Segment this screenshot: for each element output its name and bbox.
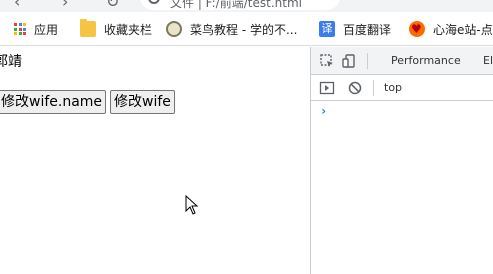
bookmark-apps[interactable]: 应用 (14, 21, 58, 37)
divider (373, 80, 374, 96)
bookmark-label: 应用 (34, 22, 59, 37)
console-toolbar: top (311, 75, 493, 101)
tab-elements[interactable]: Ele (483, 54, 493, 67)
bookmark-xinhai[interactable]: 心海e站-点文 (409, 21, 493, 37)
bookmark-label: 菜鸟教程 - 学的不... (190, 22, 298, 37)
browser-toolbar: ‹ › ↻ 文件 | F:/前端/test.html (0, 0, 493, 12)
page-viewport: 郭靖 修改wife.name 修改wife (0, 47, 310, 274)
bookmark-label: 收藏夹栏 (104, 22, 153, 37)
address-bar[interactable]: 文件 | F:/前端/test.html (140, 0, 340, 10)
folder-icon (80, 19, 96, 37)
forward-icon[interactable]: › (62, 0, 68, 11)
back-icon[interactable]: ‹ (14, 0, 20, 11)
console-prompt-icon[interactable]: › (320, 104, 327, 118)
bookmarks-bar: 应用 收藏夹栏 菜鸟教程 - 学的不... 译 百度翻译 心海e站-点文 (0, 12, 493, 46)
info-icon[interactable] (148, 0, 160, 4)
mouse-cursor-icon (185, 195, 199, 215)
reload-icon[interactable]: ↻ (106, 0, 119, 11)
heart-icon (409, 21, 425, 37)
bookmark-favorites-folder[interactable]: 收藏夹栏 (80, 19, 153, 37)
console-context-selector[interactable]: top (384, 81, 402, 94)
tab-performance[interactable]: Performance (391, 54, 461, 67)
edit-wife-name-button[interactable]: 修改wife.name (0, 90, 107, 114)
bookmark-runoob[interactable]: 菜鸟教程 - 学的不... (166, 21, 297, 37)
name-text: 郭靖 (0, 54, 22, 70)
baidu-fanyi-icon: 译 (319, 21, 335, 37)
inspect-element-icon[interactable] (319, 53, 335, 69)
bookmark-baidu-fanyi[interactable]: 译 百度翻译 (319, 21, 391, 37)
clear-console-icon[interactable] (347, 80, 363, 96)
runoob-icon (166, 21, 182, 37)
bookmark-label: 百度翻译 (343, 22, 392, 37)
divider (367, 53, 368, 69)
address-bar-text: 文件 | F:/前端/test.html (170, 0, 302, 10)
device-toolbar-icon[interactable] (341, 53, 357, 69)
bookmark-label: 心海e站-点文 (433, 22, 493, 37)
apps-grid-icon (14, 23, 26, 35)
devtools-panel: Performance Ele top › (310, 47, 493, 274)
devtools-tabbar: Performance Ele (311, 47, 493, 75)
edit-wife-button[interactable]: 修改wife (110, 90, 175, 114)
show-sidebar-icon[interactable] (319, 80, 335, 96)
